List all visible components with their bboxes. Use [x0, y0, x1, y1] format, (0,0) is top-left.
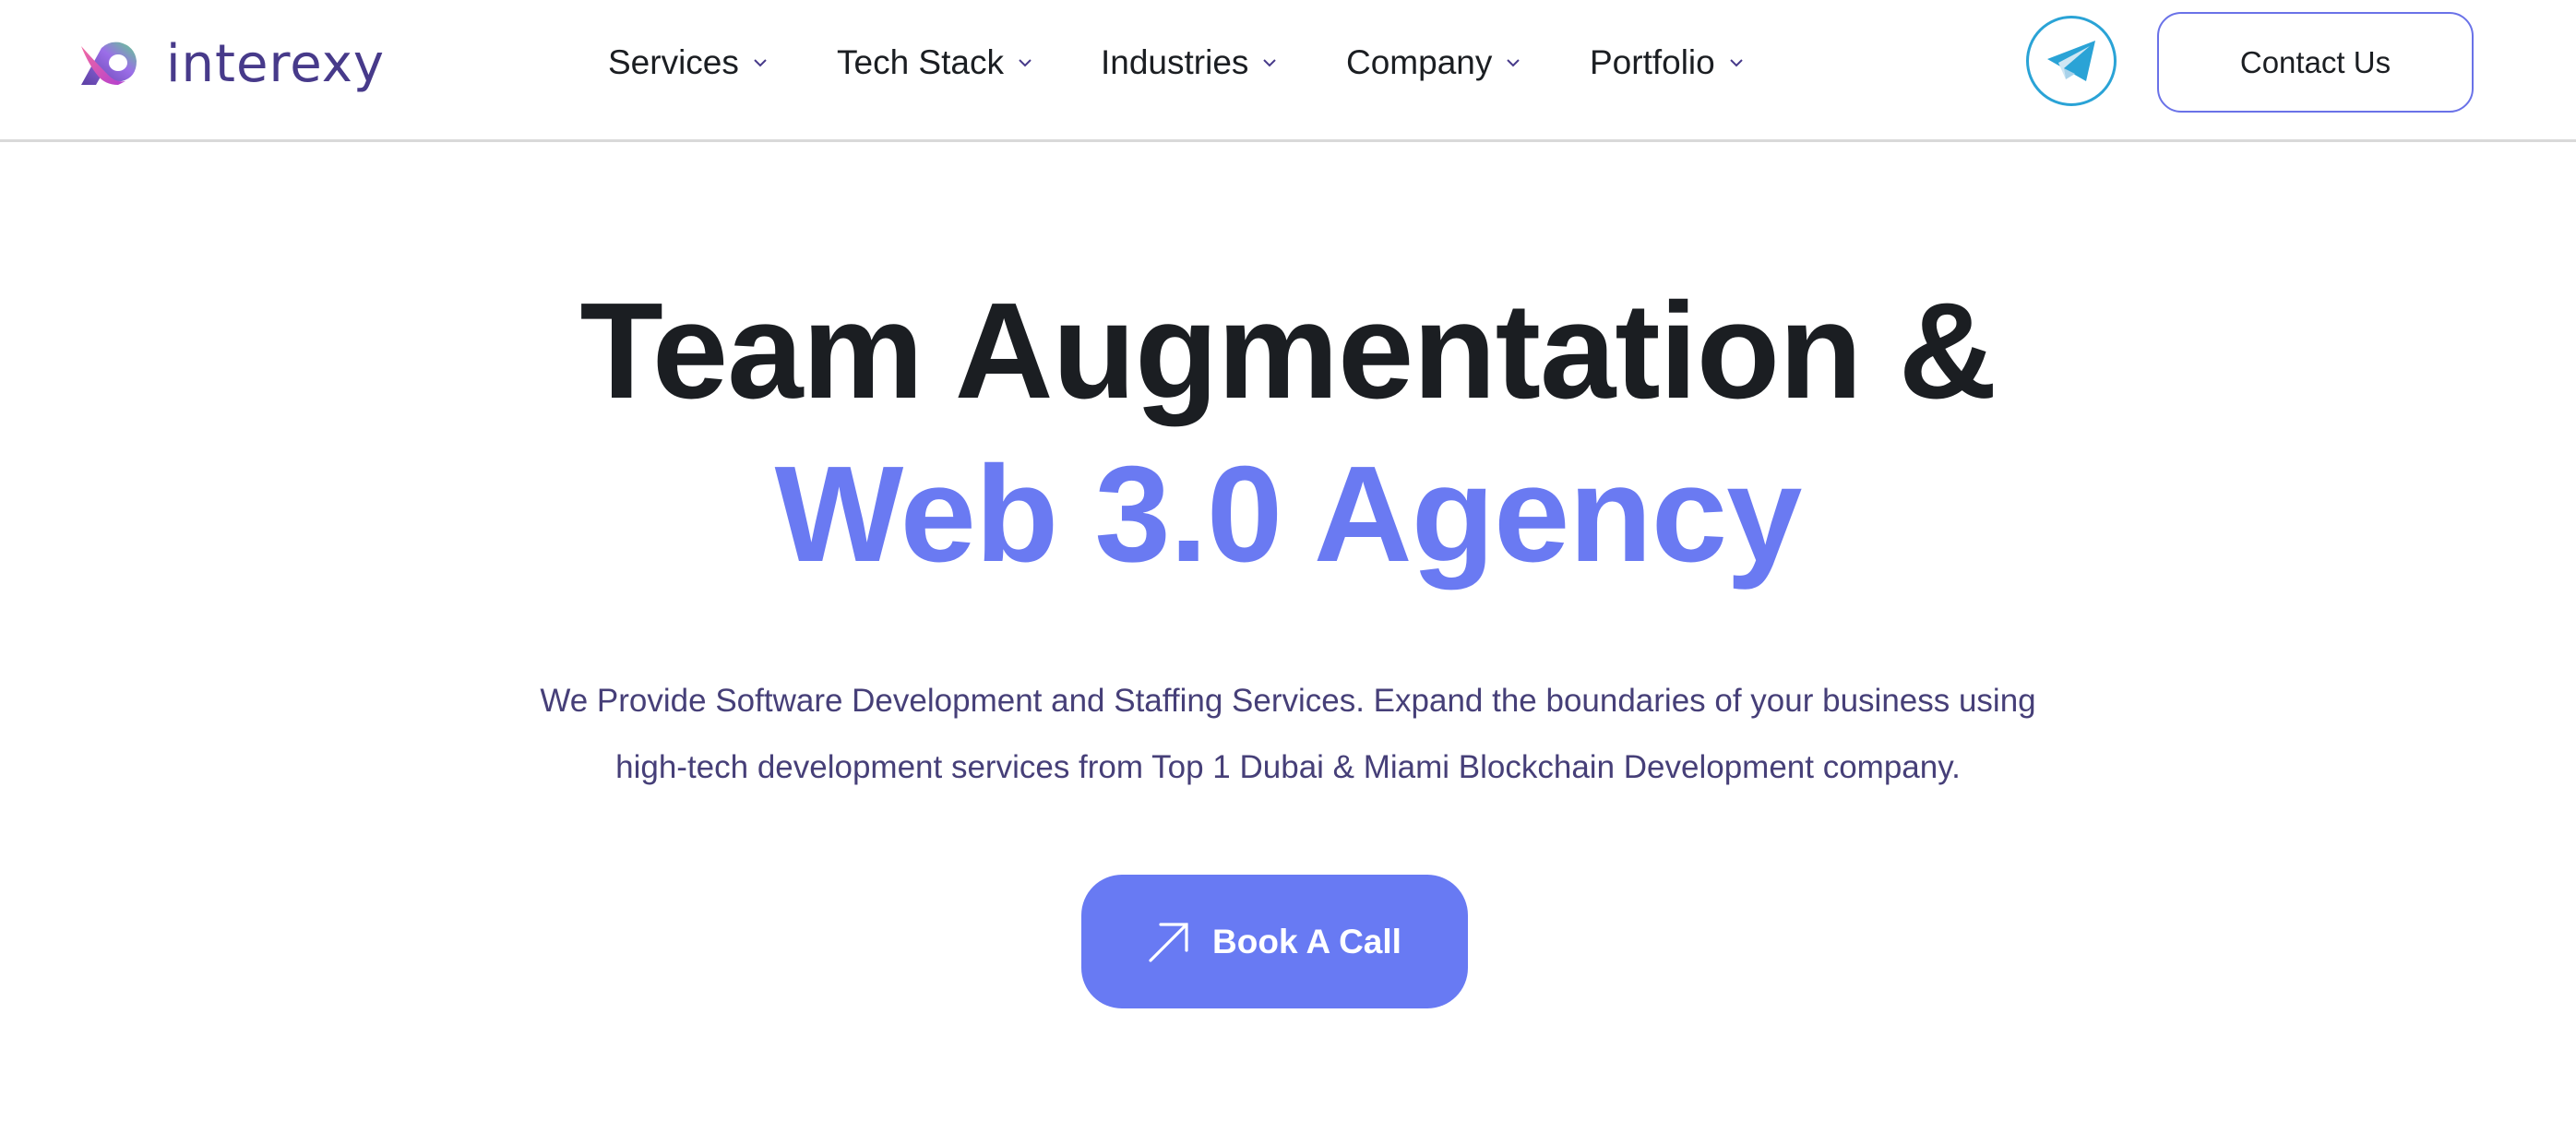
hero-title-line2: Web 3.0 Agency: [774, 438, 1803, 590]
nav-item-label: Tech Stack: [837, 43, 1004, 81]
hero-description-line1: We Provide Software Development and Staf…: [540, 683, 2036, 719]
brand-name: interexy: [166, 34, 386, 94]
chevron-down-icon: [1019, 58, 1032, 66]
interexy-logo-icon: [81, 42, 137, 85]
hero-title-line1: Team Augmentation &: [579, 275, 1997, 427]
nav-item-label: Portfolio: [1590, 43, 1715, 81]
nav-item-label: Company: [1346, 43, 1493, 81]
contact-us-button[interactable]: Contact Us: [2157, 12, 2474, 113]
nav-item-portfolio[interactable]: Portfolio: [1590, 35, 1743, 90]
telegram-button[interactable]: [2026, 16, 2117, 106]
nav-item-services[interactable]: Services: [608, 35, 767, 90]
nav-item-tech-stack[interactable]: Tech Stack: [837, 35, 1032, 90]
nav-item-industries[interactable]: Industries: [1101, 35, 1277, 90]
hero-description-line2: high-tech development services from Top …: [615, 749, 1961, 785]
telegram-icon: [2047, 41, 2095, 81]
book-a-call-label: Book A Call: [1212, 922, 1401, 960]
chevron-down-icon: [1263, 58, 1277, 66]
nav-item-label: Services: [608, 43, 739, 81]
hero-description: We Provide Software Development and Staf…: [0, 668, 2576, 801]
brand-logo-link[interactable]: interexy: [78, 37, 385, 92]
chevron-down-icon: [754, 58, 767, 66]
arrow-up-right-icon: [1149, 922, 1188, 962]
chevron-down-icon: [1507, 58, 1521, 66]
site-header: interexy Services Tech Stack Industries …: [0, 0, 2576, 142]
nav-item-label: Industries: [1101, 43, 1249, 81]
chevron-down-icon: [1730, 58, 1743, 66]
book-a-call-button[interactable]: Book A Call: [1081, 875, 1468, 1008]
nav-item-company[interactable]: Company: [1346, 35, 1521, 90]
